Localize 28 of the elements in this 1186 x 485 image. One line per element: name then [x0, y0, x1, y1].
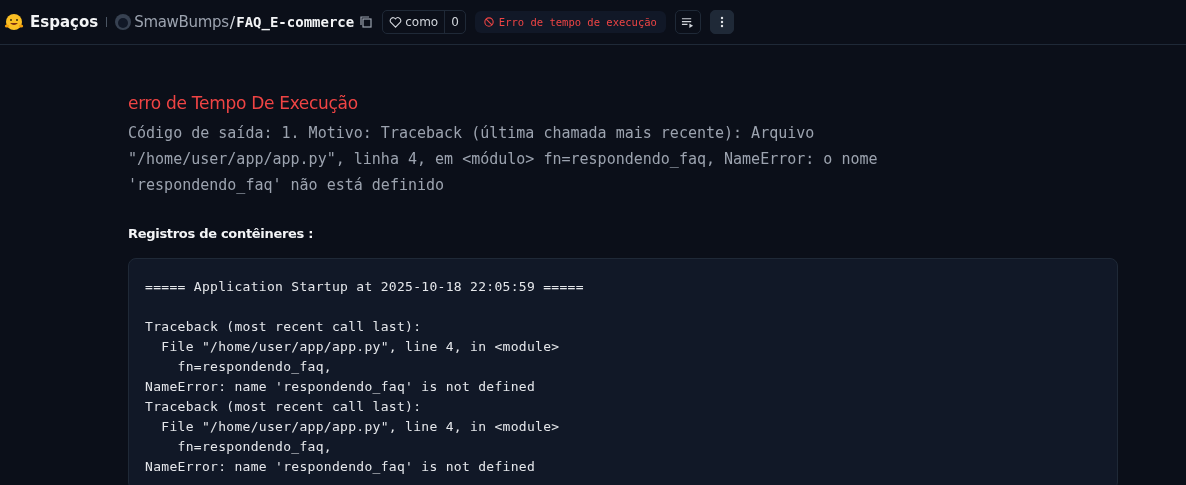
repo-link[interactable]: FAQ_E-commerce [236, 14, 355, 30]
logs-heading: Registros de contêineres : [128, 226, 315, 241]
like-count: 0 [450, 14, 460, 31]
copy-icon[interactable] [360, 16, 373, 28]
avatar-icon [115, 14, 132, 30]
like-button[interactable]: como 0 [382, 10, 466, 34]
log-line: ===== Application Startup at 2025-10-18 22:05:59 ===== [145, 278, 584, 296]
more-icon [719, 16, 724, 28]
like-label: como [405, 15, 439, 29]
spaces-link[interactable]: Espaços [30, 13, 99, 31]
log-line: File "/home/user/app/app.py", line 4, in <module> [160, 338, 560, 356]
prohibited-icon [483, 17, 494, 27]
log-line: Traceback (most recent call last): [145, 398, 422, 416]
error-message: Código de saída: 1. Motivo: Traceback (última chamada mais recente): Arquivo "/home/user/app/app.py", linha 4, em <módulo> fn=respondendo_faq, NameError: o nome 'respondendo_faq' não está definido [128, 123, 879, 196]
logs-button[interactable] [674, 10, 701, 34]
list-icon [681, 15, 695, 29]
error-title: erro de Tempo De Execução [128, 93, 359, 113]
log-line: Traceback (most recent call last): [145, 318, 422, 336]
log-line: File "/home/user/app/app.py", line 4, in <module> [160, 418, 560, 436]
log-line: fn=respondendo_faq, [176, 358, 332, 376]
heart-icon [389, 15, 403, 29]
status-label: Erro de tempo de execução [498, 16, 657, 28]
log-line: NameError: name 'respondendo_faq' is not defined [145, 458, 536, 476]
smiley-logo-icon[interactable] [4, 12, 24, 32]
owner-link[interactable]: SmawBumps [134, 13, 229, 31]
path-separator: / [229, 12, 236, 32]
log-line: fn=respondendo_faq, [176, 438, 332, 456]
log-line: NameError: name 'respondendo_faq' is not defined [145, 378, 536, 396]
